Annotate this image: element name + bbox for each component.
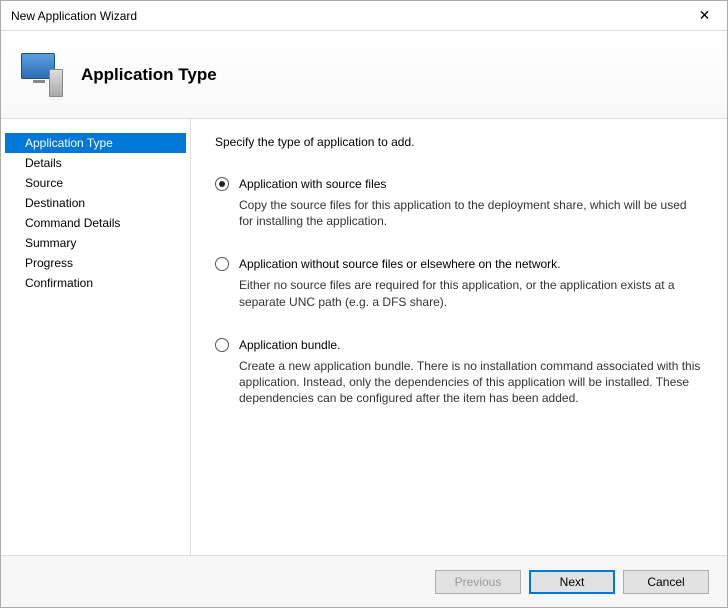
option-description: Copy the source files for this applicati… [239, 197, 703, 229]
radio-icon[interactable] [215, 177, 229, 191]
computer-icon [19, 53, 63, 97]
sidebar-item-source[interactable]: Source [5, 173, 186, 193]
radio-icon[interactable] [215, 257, 229, 271]
option-radio-row[interactable]: Application bundle. [215, 338, 703, 352]
sidebar-item-label: Details [25, 156, 62, 170]
option-0: Application with source files Copy the so… [215, 177, 703, 229]
close-button[interactable]: ✕ [682, 1, 727, 31]
window-title: New Application Wizard [11, 9, 137, 23]
sidebar-item-progress[interactable]: Progress [5, 253, 186, 273]
sidebar-item-confirmation[interactable]: Confirmation [5, 273, 186, 293]
option-label: Application with source files [239, 177, 386, 191]
sidebar-item-label: Command Details [25, 216, 120, 230]
sidebar-item-label: Confirmation [25, 276, 93, 290]
wizard-body: Application Type Details Source Destination… [1, 119, 727, 555]
option-radio-row[interactable]: Application without source files or else… [215, 257, 703, 271]
option-description: Either no source files are required for … [239, 277, 703, 309]
sidebar-item-label: Source [25, 176, 63, 190]
instruction-text: Specify the type of application to add. [215, 135, 703, 149]
sidebar-item-details[interactable]: Details [5, 153, 186, 173]
wizard-header: Application Type [1, 31, 727, 119]
previous-button[interactable]: Previous [435, 570, 521, 594]
sidebar-item-command-details[interactable]: Command Details [5, 213, 186, 233]
option-description: Create a new application bundle. There i… [239, 358, 703, 407]
option-label: Application without source files or else… [239, 257, 561, 271]
option-2: Application bundle. Create a new applicat… [215, 338, 703, 407]
main-content: Specify the type of application to add. … [191, 119, 727, 555]
option-1: Application without source files or else… [215, 257, 703, 309]
close-icon: ✕ [699, 7, 711, 24]
sidebar-item-label: Progress [25, 256, 73, 270]
next-button[interactable]: Next [529, 570, 615, 594]
page-title: Application Type [81, 65, 217, 85]
sidebar-item-application-type[interactable]: Application Type [5, 133, 186, 153]
titlebar: New Application Wizard ✕ [1, 1, 727, 31]
sidebar: Application Type Details Source Destination… [1, 119, 191, 555]
sidebar-item-summary[interactable]: Summary [5, 233, 186, 253]
wizard-window: New Application Wizard ✕ Application Typ… [0, 0, 728, 608]
radio-icon[interactable] [215, 338, 229, 352]
cancel-button[interactable]: Cancel [623, 570, 709, 594]
sidebar-item-label: Application Type [25, 136, 113, 150]
wizard-footer: Previous Next Cancel [1, 555, 727, 607]
sidebar-item-label: Destination [25, 196, 85, 210]
option-radio-row[interactable]: Application with source files [215, 177, 703, 191]
sidebar-item-destination[interactable]: Destination [5, 193, 186, 213]
option-label: Application bundle. [239, 338, 340, 352]
sidebar-item-label: Summary [25, 236, 76, 250]
